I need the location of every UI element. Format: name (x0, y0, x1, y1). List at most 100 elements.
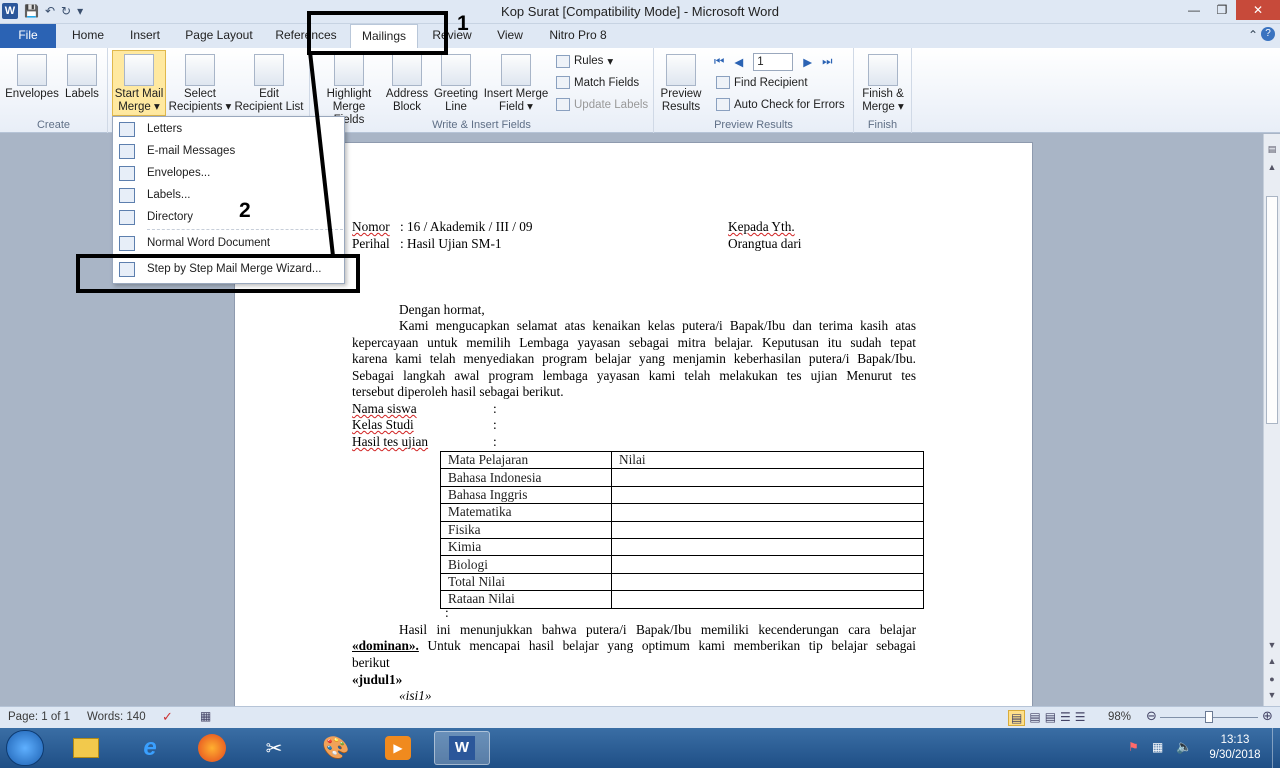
auto-check-errors-button[interactable]: Auto Check for Errors (716, 98, 845, 111)
subject-cell[interactable]: Matematika (440, 503, 612, 522)
web-layout-icon[interactable]: ▤ (1045, 710, 1056, 726)
nama-siswa-label: Nama siswa (352, 401, 417, 416)
tab-home[interactable]: Home (62, 24, 114, 48)
envelope-icon (17, 54, 47, 86)
subject-cell[interactable]: Fisika (440, 520, 612, 539)
paragraph-2-line-2-rest: Untuk mencapai hasil belajar yang optimu… (418, 638, 916, 653)
ruler-toggle-icon[interactable]: ▤ (1265, 144, 1279, 158)
draft-icon[interactable]: ☰ (1075, 710, 1086, 726)
print-layout-icon[interactable]: ▤ (1008, 710, 1026, 726)
action-center-icon[interactable]: ⚑ (1128, 740, 1139, 754)
last-record-icon[interactable]: ⏭ (822, 56, 832, 69)
finish-merge-button[interactable]: Finish & Merge ▾ (858, 54, 908, 114)
window-title: Kop Surat [Compatibility Mode] - Microso… (501, 4, 779, 19)
find-recipient-button[interactable]: Find Recipient (716, 76, 808, 89)
outline-icon[interactable]: ☰ (1060, 710, 1071, 726)
document-page[interactable]: Nomor : 16 / Akademik / III / 09 Perihal… (234, 142, 1033, 706)
envelopes-button[interactable]: Envelopes (4, 54, 60, 101)
word-taskbar-icon[interactable]: W (434, 731, 490, 765)
tab-insert[interactable]: Insert (120, 24, 170, 48)
recipients-icon (185, 54, 215, 86)
paragraph-1-line-4: Sebagai langkah awal program lembaga yay… (352, 368, 916, 383)
next-page-icon[interactable]: ▼ (1265, 690, 1279, 700)
grade-cell[interactable] (611, 555, 924, 574)
full-screen-reading-icon[interactable]: ▤ (1029, 710, 1040, 726)
zoom-slider-thumb[interactable] (1205, 711, 1213, 723)
start-button[interactable] (6, 730, 44, 766)
subject-cell[interactable]: Kimia (440, 537, 612, 557)
title-bar: W 💾 ↶ ↻ ▾ Kop Surat [Compatibility Mode]… (0, 0, 1280, 24)
restore-button[interactable]: ❐ (1208, 0, 1236, 20)
table-header-cell[interactable]: Mata Pelajaran (440, 450, 612, 470)
greeting-line-button[interactable]: Greeting Line (432, 54, 480, 114)
update-labels-button[interactable]: Update Labels (556, 98, 648, 111)
paint-icon[interactable]: 🎨 (310, 731, 362, 765)
labels-button[interactable]: Labels (62, 54, 102, 101)
next-record-icon[interactable]: ▶ (803, 55, 812, 69)
scroll-down-icon[interactable]: ▼ (1265, 640, 1279, 650)
grade-cell[interactable] (611, 520, 924, 539)
isi-merge-field: «isi1» (399, 688, 432, 703)
tab-page-layout[interactable]: Page Layout (180, 24, 258, 48)
macro-record-icon[interactable]: ▦ (200, 709, 211, 723)
clock[interactable]: 13:13 9/30/2018 (1200, 733, 1270, 763)
media-player-icon[interactable]: ▶ (372, 731, 424, 765)
rules-icon (556, 54, 570, 68)
insert-merge-field-button[interactable]: Insert Merge Field ▾ (482, 54, 550, 114)
volume-icon[interactable]: 🔈 (1176, 739, 1192, 755)
show-desktop-button[interactable] (1272, 728, 1280, 768)
ribbon-minimize-icon[interactable]: ⌃ (1248, 28, 1258, 42)
tab-file[interactable]: File (0, 24, 56, 48)
grade-cell[interactable] (611, 503, 924, 522)
rules-button[interactable]: Rules ▾ (556, 54, 613, 68)
select-recipients-button[interactable]: Select Recipients ▾ (168, 54, 232, 114)
update-labels-label: Update Labels (574, 98, 649, 111)
group-preview-label: Preview Results (714, 119, 793, 131)
preview-results-button[interactable]: Preview Results (658, 54, 704, 114)
address-block-button[interactable]: Address Block (384, 54, 430, 114)
table-header-cell[interactable]: Nilai (611, 450, 924, 470)
start-mail-merge-button[interactable]: Start Mail Merge ▾ (112, 50, 166, 116)
annotation-box-mailings-tab (307, 11, 448, 55)
subject-cell[interactable]: Rataan Nilai (440, 590, 612, 609)
perihal-value: : Hasil Ujian SM-1 (400, 236, 502, 251)
file-explorer-icon[interactable] (60, 731, 112, 765)
previous-record-icon[interactable]: ◀ (734, 55, 743, 69)
minimize-button[interactable]: — (1180, 0, 1208, 20)
internet-explorer-icon[interactable]: e (124, 731, 176, 765)
scroll-thumb[interactable] (1266, 196, 1278, 424)
grade-cell[interactable] (611, 590, 924, 609)
grade-cell[interactable] (611, 468, 924, 487)
zoom-in-icon[interactable]: ⊕ (1262, 708, 1273, 724)
tab-nitro[interactable]: Nitro Pro 8 (546, 24, 610, 48)
recipient-list-label: Recipient List (234, 101, 304, 113)
subject-cell[interactable]: Total Nilai (440, 572, 612, 592)
grade-cell[interactable] (611, 537, 924, 557)
snipping-tool-icon[interactable]: ✂ (248, 731, 300, 765)
scroll-up-icon[interactable]: ▲ (1265, 162, 1279, 172)
subject-cell[interactable]: Bahasa Indonesia (440, 468, 612, 487)
record-number-input[interactable]: 1 (753, 53, 794, 71)
previous-page-icon[interactable]: ▲ (1265, 656, 1279, 666)
subject-cell[interactable]: Biologi (440, 555, 612, 574)
grade-cell[interactable] (611, 485, 924, 505)
annotation-arrow-line (308, 51, 335, 257)
edit-recipient-list-button[interactable]: Edit Recipient List (234, 54, 304, 114)
vertical-scrollbar[interactable]: ▤ ▲ ▼ ▲ ● ▼ (1263, 134, 1280, 706)
proofing-icon[interactable]: ✓ (162, 709, 173, 725)
help-icon[interactable]: ? (1261, 27, 1275, 41)
grade-cell[interactable] (611, 572, 924, 592)
tab-view[interactable]: View (490, 24, 530, 48)
first-record-icon[interactable]: ⏮ (714, 56, 724, 69)
page-count-status[interactable]: Page: 1 of 1 (8, 711, 70, 723)
zoom-level[interactable]: 98% (1108, 711, 1131, 723)
match-fields-button[interactable]: Match Fields (556, 76, 639, 89)
close-button[interactable]: ✕ (1236, 0, 1280, 20)
subject-cell[interactable]: Bahasa Inggris (440, 485, 612, 505)
zoom-out-icon[interactable]: ⊖ (1146, 708, 1157, 724)
browse-object-icon[interactable]: ● (1265, 674, 1279, 684)
network-icon[interactable]: ▦ (1152, 740, 1163, 754)
word-count-status[interactable]: Words: 140 (87, 711, 146, 723)
directory-icon (119, 209, 135, 225)
firefox-icon[interactable] (186, 731, 238, 765)
